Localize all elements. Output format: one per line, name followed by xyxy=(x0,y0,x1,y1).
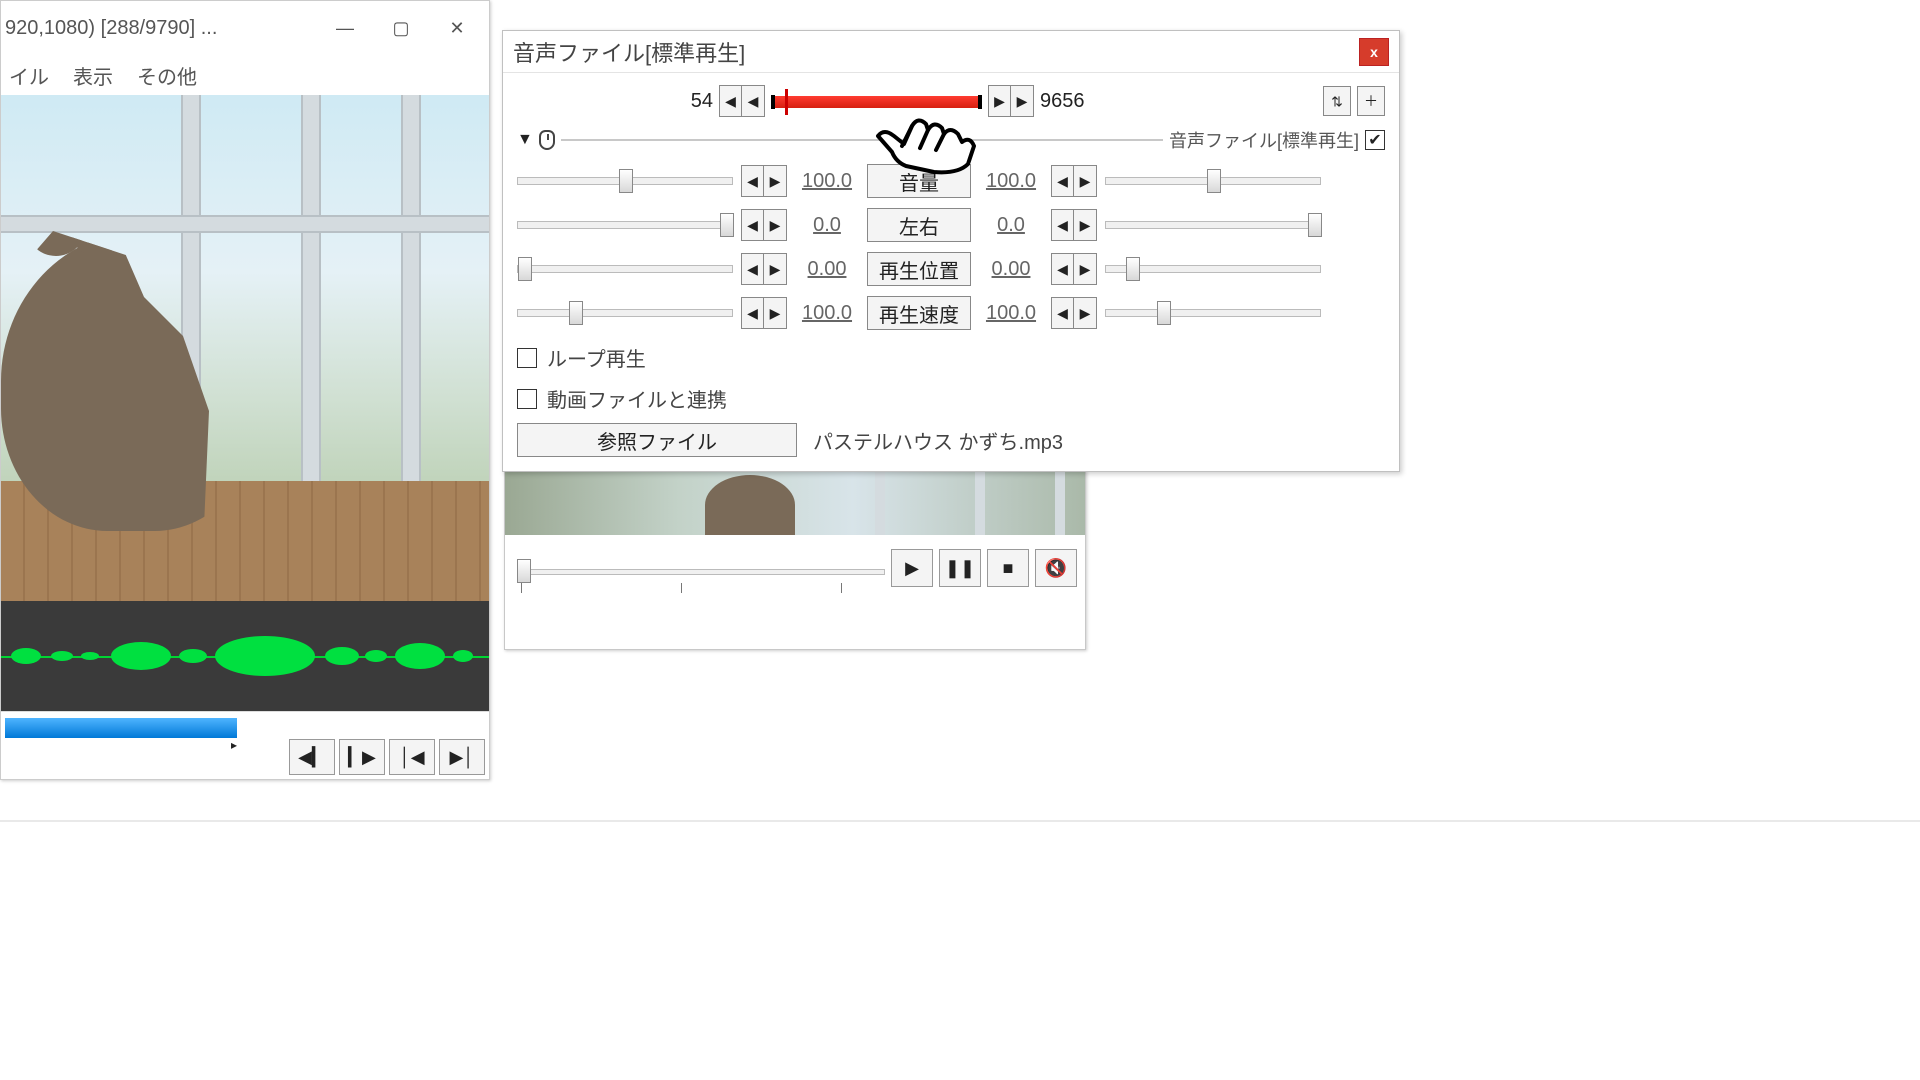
dialog-close-button[interactable]: x xyxy=(1359,38,1389,66)
link-label: 動画ファイルと連携 xyxy=(547,384,727,413)
loop-checkbox[interactable] xyxy=(517,348,537,368)
mouse-icon xyxy=(539,130,555,150)
audio-waveform xyxy=(1,601,489,711)
link-row: 動画ファイルと連携 xyxy=(517,384,1385,413)
dialog-titlebar: 音声ファイル[標準再生] x xyxy=(503,31,1399,73)
object-enable-checkbox[interactable]: ✔ xyxy=(1365,130,1385,150)
pan-right-slider[interactable] xyxy=(1105,221,1321,229)
frame-start-value: 54 xyxy=(673,90,713,113)
pos-left-spinner[interactable]: ◀▶ xyxy=(741,253,787,285)
sync-button[interactable]: ⇄ xyxy=(1323,86,1351,116)
frame-end-value: 9656 xyxy=(1040,90,1100,113)
pos-right-slider[interactable] xyxy=(1105,265,1321,273)
maximize-button[interactable]: ▢ xyxy=(373,6,429,50)
loop-label: ループ再生 xyxy=(547,343,646,372)
vol-left-value[interactable]: 100.0 xyxy=(795,170,859,193)
pan-label-button[interactable]: 左右 xyxy=(867,208,971,242)
pan-left-spinner[interactable]: ◀▶ xyxy=(741,209,787,241)
audio-file-dialog: 音声ファイル[標準再生] x 54 ◀◀ ▶▶ 9656 ⇄ ＋ ▼ xyxy=(502,30,1400,472)
preview-titlebar: 920,1080) [288/9790] ... — ▢ ✕ xyxy=(1,1,489,55)
pause-button[interactable]: ❚❚ xyxy=(939,549,981,587)
vol-right-value[interactable]: 100.0 xyxy=(979,170,1043,193)
menu-file[interactable]: イル xyxy=(9,61,49,90)
frame-prev-button[interactable]: ◀◀ xyxy=(719,85,765,117)
speed-right-value[interactable]: 100.0 xyxy=(979,302,1043,325)
pan-left-value[interactable]: 0.0 xyxy=(795,214,859,237)
reference-filename: パステルハウス かずち.mp3 xyxy=(813,426,1063,455)
object-header-row: ▼ 音声ファイル[標準再生] ✔ xyxy=(517,125,1385,155)
frame-range-row: 54 ◀◀ ▶▶ 9656 ⇄ ＋ xyxy=(517,81,1385,121)
speed-right-slider[interactable] xyxy=(1105,309,1321,317)
reference-button[interactable]: 参照ファイル xyxy=(517,423,797,457)
pos-left-value[interactable]: 0.00 xyxy=(795,258,859,281)
mute-button[interactable]: 🔇 xyxy=(1035,549,1077,587)
param-row-vol: ◀▶ 100.0 音量 100.0 ◀▶ xyxy=(517,163,1385,199)
close-button[interactable]: ✕ xyxy=(429,6,485,50)
param-row-speed: ◀▶ 100.0 再生速度 100.0 ◀▶ xyxy=(517,295,1385,331)
go-end-button[interactable]: ▶│ xyxy=(439,739,485,775)
timeline-window: ▶ ❚❚ ■ 🔇 xyxy=(504,470,1086,650)
preview-title: 920,1080) [288/9790] ... xyxy=(5,1,317,55)
vol-right-spinner[interactable]: ◀▶ xyxy=(1051,165,1097,197)
step-fwd-button[interactable]: ▎▶ xyxy=(339,739,385,775)
speed-left-value[interactable]: 100.0 xyxy=(795,302,859,325)
pan-right-value[interactable]: 0.0 xyxy=(979,214,1043,237)
loop-row: ループ再生 xyxy=(517,343,1385,372)
add-button[interactable]: ＋ xyxy=(1357,86,1385,116)
pos-label-button[interactable]: 再生位置 xyxy=(867,252,971,286)
timeline-ticks xyxy=(521,583,885,593)
step-back-button[interactable]: ◀▎ xyxy=(289,739,335,775)
timeline-transport: ▶ ❚❚ ■ 🔇 xyxy=(891,549,1077,587)
vol-left-spinner[interactable]: ◀▶ xyxy=(741,165,787,197)
link-checkbox[interactable] xyxy=(517,389,537,409)
preview-frame-controls: ◀▎ ▎▶ │◀ ▶│ xyxy=(289,739,485,775)
speed-left-slider[interactable] xyxy=(517,309,733,317)
menu-view[interactable]: 表示 xyxy=(73,61,113,90)
frame-next-button[interactable]: ▶▶ xyxy=(988,85,1034,117)
preview-menu: イル 表示 その他 xyxy=(1,55,489,95)
object-type-label: 音声ファイル[標準再生] xyxy=(1169,127,1359,153)
reference-row: 参照ファイル パステルハウス かずち.mp3 xyxy=(517,423,1385,457)
stop-button[interactable]: ■ xyxy=(987,549,1029,587)
pos-right-value[interactable]: 0.00 xyxy=(979,258,1043,281)
param-row-pos: ◀▶ 0.00 再生位置 0.00 ◀▶ xyxy=(517,251,1385,287)
divider xyxy=(0,820,1920,822)
vol-label-button[interactable]: 音量 xyxy=(867,164,971,198)
param-rows: ◀▶ 100.0 音量 100.0 ◀▶ ◀▶ 0.0 左右 0.0 ◀▶ ◀▶ 0.00 再生位置 0.… xyxy=(517,163,1385,331)
speed-label-button[interactable]: 再生速度 xyxy=(867,296,971,330)
param-row-pan: ◀▶ 0.0 左右 0.0 ◀▶ xyxy=(517,207,1385,243)
go-start-button[interactable]: │◀ xyxy=(389,739,435,775)
collapse-toggle[interactable]: ▼ xyxy=(517,131,533,149)
menu-other[interactable]: その他 xyxy=(137,61,197,90)
vol-right-slider[interactable] xyxy=(1105,177,1321,185)
vol-left-slider[interactable] xyxy=(517,177,733,185)
preview-video xyxy=(1,95,489,601)
frame-range-bar[interactable] xyxy=(771,87,982,115)
play-button[interactable]: ▶ xyxy=(891,549,933,587)
minimize-button[interactable]: — xyxy=(317,6,373,50)
pan-right-spinner[interactable]: ◀▶ xyxy=(1051,209,1097,241)
pan-left-slider[interactable] xyxy=(517,221,733,229)
dialog-title: 音声ファイル[標準再生] xyxy=(513,36,1359,68)
preview-window: 920,1080) [288/9790] ... — ▢ ✕ イル 表示 その他… xyxy=(0,0,490,780)
speed-right-spinner[interactable]: ◀▶ xyxy=(1051,297,1097,329)
timeline-video-strip xyxy=(505,471,1085,535)
pos-left-slider[interactable] xyxy=(517,265,733,273)
timeline-seek-thumb[interactable] xyxy=(517,559,531,583)
timeline-seek-slider[interactable] xyxy=(521,569,885,575)
speed-left-spinner[interactable]: ◀▶ xyxy=(741,297,787,329)
pos-right-spinner[interactable]: ◀▶ xyxy=(1051,253,1097,285)
